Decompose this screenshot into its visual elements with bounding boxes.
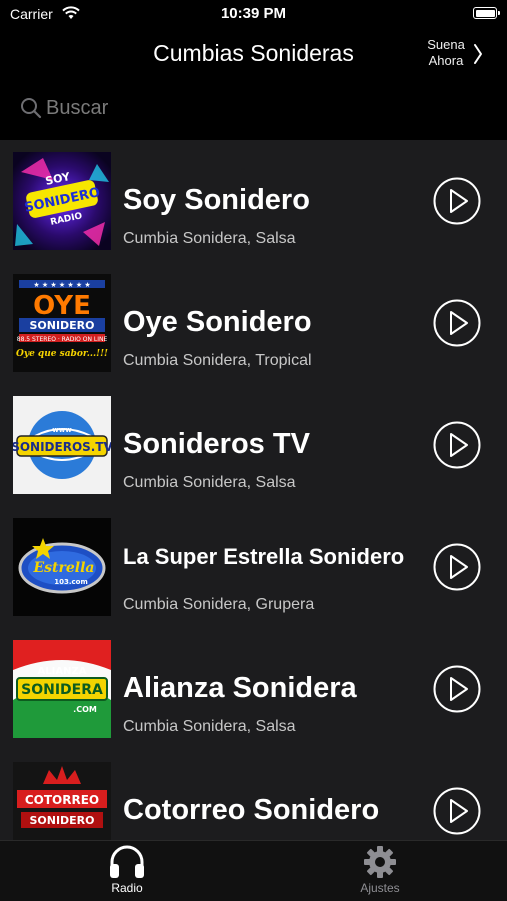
station-list: SOY SONIDERO RADIO Soy Sonidero Cumbia S… <box>0 140 507 840</box>
svg-text:SONIDERO: SONIDERO <box>29 814 94 827</box>
station-name: Oye Sonidero <box>123 306 312 338</box>
station-name: Soy Sonidero <box>123 184 310 216</box>
svg-text:ALIANZA: ALIANZA <box>38 666 87 677</box>
tab-settings-label: Ajustes <box>360 881 400 895</box>
station-name: La Super Estrella Sonidero <box>123 544 405 569</box>
station-genres: Cumbia Sonidera, Grupera <box>123 596 315 613</box>
navigation-bar: Cumbias Sonideras Suena Ahora <box>0 30 507 80</box>
station-row[interactable]: ★ ★ ★ ★ ★ ★ ★ OYE SONIDERO 88.5 STEREO ·… <box>0 262 507 384</box>
play-icon[interactable] <box>433 665 481 713</box>
station-logo: SOY SONIDERO RADIO <box>13 152 111 250</box>
gear-icon <box>364 846 396 878</box>
svg-text:Oye que sabor...!!!: Oye que sabor...!!! <box>16 349 108 359</box>
search-input[interactable] <box>46 91 476 125</box>
station-genres: Cumbia Sonidera, Salsa <box>123 718 296 735</box>
station-row[interactable]: SOY SONIDERO RADIO Soy Sonidero Cumbia S… <box>0 140 507 262</box>
svg-text:★ ★ ★ ★ ★ ★ ★: ★ ★ ★ ★ ★ ★ ★ <box>33 281 90 289</box>
station-name: Cotorreo Sonidero <box>123 794 380 826</box>
station-genres: Cumbia Sonidera, Salsa <box>123 230 296 247</box>
tab-radio[interactable]: Radio <box>77 845 177 899</box>
status-time: 10:39 PM <box>220 5 287 22</box>
svg-text:SONIDERA: SONIDERA <box>21 682 103 698</box>
station-genres: Cumbia Sonidera, Salsa <box>123 474 296 491</box>
play-icon[interactable] <box>433 421 481 469</box>
station-name: Alianza Sonidera <box>123 672 357 704</box>
svg-text:.COM: .COM <box>73 705 97 714</box>
search-bar <box>10 86 497 130</box>
svg-text:103.com: 103.com <box>54 578 88 586</box>
station-row[interactable]: SONIDEROS.TV www Sonideros TV Cumbia Son… <box>0 384 507 506</box>
now-playing-label-line1: Suena <box>427 37 465 52</box>
now-playing-label-line2: Ahora <box>428 53 464 68</box>
battery-icon <box>473 7 500 19</box>
svg-text:OYE: OYE <box>33 291 91 321</box>
tab-bar: Radio Ajustes <box>0 840 507 901</box>
station-logo: Estrella 103.com <box>13 518 111 616</box>
station-logo: COTORREO SONIDERO <box>13 762 111 840</box>
station-name: Sonideros TV <box>123 428 310 460</box>
chevron-right-icon <box>474 44 482 64</box>
now-playing-button[interactable]: Suena Ahora <box>423 37 483 71</box>
station-row[interactable]: ALIANZA SONIDERA .COM Alianza Sonidera C… <box>0 628 507 750</box>
station-row[interactable]: Estrella 103.com La Super Estrella Sonid… <box>0 506 507 628</box>
svg-text:88.5 STEREO · RADIO ON LINE: 88.5 STEREO · RADIO ON LINE <box>17 336 108 343</box>
svg-text:Estrella: Estrella <box>32 560 94 576</box>
play-icon[interactable] <box>433 299 481 347</box>
play-icon[interactable] <box>433 177 481 225</box>
station-logo: SONIDEROS.TV www <box>13 396 111 494</box>
svg-text:COTORREO: COTORREO <box>25 793 99 807</box>
play-icon[interactable] <box>433 787 481 835</box>
station-logo: ALIANZA SONIDERA .COM <box>13 640 111 738</box>
svg-text:SONIDERO: SONIDERO <box>29 319 94 332</box>
station-row[interactable]: COTORREO SONIDERO Cotorreo Sonidero <box>0 750 507 840</box>
status-bar: Carrier 10:39 PM <box>0 0 507 30</box>
play-icon[interactable] <box>433 543 481 591</box>
tab-radio-label: Radio <box>111 881 143 895</box>
station-logo: ★ ★ ★ ★ ★ ★ ★ OYE SONIDERO 88.5 STEREO ·… <box>13 274 111 372</box>
headphones-icon <box>110 845 144 878</box>
search-icon <box>21 98 42 119</box>
tab-settings[interactable]: Ajustes <box>330 845 430 899</box>
station-genres: Cumbia Sonidera, Tropical <box>123 352 312 369</box>
svg-text:www: www <box>52 426 72 434</box>
svg-text:SONIDEROS.TV: SONIDEROS.TV <box>13 440 111 454</box>
